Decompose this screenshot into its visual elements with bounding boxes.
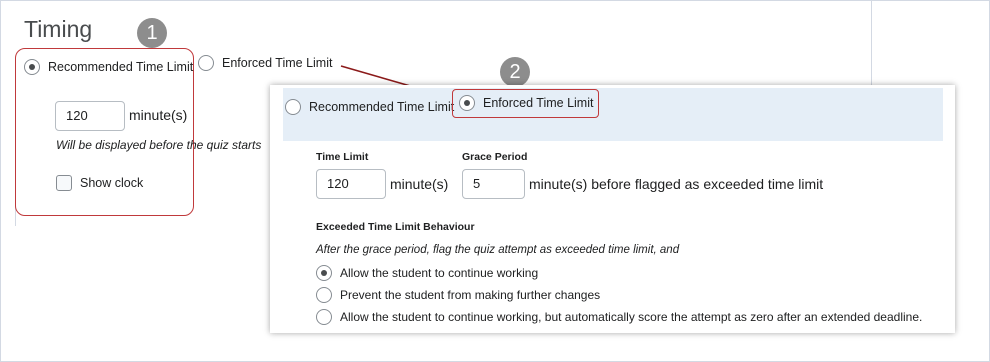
behaviour-option-label: Allow the student to continue working [340,266,539,280]
grace-period-input[interactable]: 5 [462,169,525,199]
behaviour-option-label: Prevent the student from making further … [340,288,601,302]
panel-radio-enforced-label: Enforced Time Limit [483,96,594,110]
grace-period-unit: minute(s) before flagged as exceeded tim… [529,176,824,192]
panel-time-limit-input[interactable]: 120 [316,169,386,199]
behaviour-option-prevent[interactable] [316,287,332,303]
panel-radio-enforced[interactable] [459,95,475,111]
behaviour-option-continue[interactable] [316,265,332,281]
enforced-settings-panel: Recommended Time Limit Enforced Time Lim… [270,85,955,333]
panel-minutes-unit: minute(s) [390,176,449,192]
panel-radio-recommended[interactable] [285,99,301,115]
behaviour-title: Exceeded Time Limit Behaviour [316,221,475,233]
panel-radio-recommended-label: Recommended Time Limit [309,100,455,114]
behaviour-description: After the grace period, flag the quiz at… [316,244,680,256]
time-limit-type-row [283,88,943,141]
grace-period-label: Grace Period [462,151,528,163]
behaviour-option-zero-score[interactable] [316,309,332,325]
behaviour-option-label: Allow the student to continue working, b… [340,310,923,324]
time-limit-label: Time Limit [316,151,369,163]
